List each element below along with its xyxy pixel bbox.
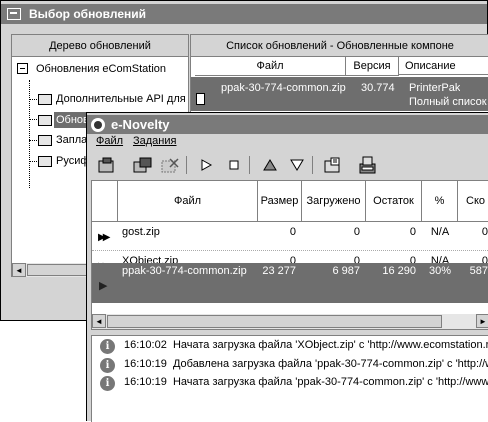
move-up-icon[interactable] xyxy=(259,155,281,175)
column-size[interactable]: Размер xyxy=(258,181,302,221)
e-novelty-window: e-Novelty Файл Задания Файл Размер Загру… xyxy=(86,112,488,422)
remove-icon[interactable] xyxy=(159,155,181,175)
scroll-right-button[interactable]: ► xyxy=(476,314,488,328)
file-icon xyxy=(196,93,205,105)
play-icon[interactable] xyxy=(195,155,217,175)
column-description[interactable]: Описание xyxy=(399,57,488,75)
toolbar-separator xyxy=(312,156,313,174)
e-novelty-titlebar[interactable]: e-Novelty xyxy=(87,115,488,134)
downloads-table: Файл Размер Загружено Остаток % Ско ▶▶ g… xyxy=(91,180,488,330)
add-download-icon[interactable] xyxy=(96,155,118,175)
folder-icon xyxy=(38,156,52,167)
tree-item-api[interactable]: Дополнительные API для ра xyxy=(56,91,188,107)
folder-icon xyxy=(38,94,52,105)
column-file[interactable]: Файл xyxy=(195,57,346,76)
column-status[interactable] xyxy=(92,181,118,221)
toolbar-separator xyxy=(249,156,250,174)
settings-icon[interactable] xyxy=(357,155,379,175)
toolbar xyxy=(87,153,488,177)
log-entry: i 16:10:19 Начата загрузка файла 'ppak-3… xyxy=(92,374,488,392)
scroll-left-button[interactable]: ◄ xyxy=(92,314,106,328)
queued-icon: ▶▶ xyxy=(98,232,111,243)
log-panel: i 16:10:02 Начата загрузка файла 'XObjec… xyxy=(91,335,488,422)
tree-root-label[interactable]: Обновления eComStation xyxy=(36,61,166,77)
scroll-left-button[interactable]: ◄ xyxy=(12,263,26,277)
table-row-selected[interactable]: ▶ ppak-30-774-common.zip 23 277 6 987 16… xyxy=(92,263,488,303)
update-tree-header: Дерево обновлений xyxy=(12,35,188,57)
update-selection-title: Выбор обновлений xyxy=(29,7,146,21)
column-loaded[interactable]: Загружено xyxy=(302,181,366,221)
column-remaining[interactable]: Остаток xyxy=(366,181,422,221)
menu-tasks[interactable]: Задания xyxy=(133,135,176,147)
update-list-header: Список обновлений - Обновленные компоне xyxy=(191,35,488,57)
toolbar-separator xyxy=(186,156,187,174)
tree-collapse-toggle[interactable] xyxy=(17,63,28,74)
log-entry: i 16:10:02 Начата загрузка файла 'XObjec… xyxy=(92,336,488,356)
column-file[interactable]: Файл xyxy=(118,181,258,221)
column-percent[interactable]: % xyxy=(422,181,458,221)
column-speed[interactable]: Ско xyxy=(458,181,488,221)
update-list-selected-row[interactable]: ppak-30-774-common.zip 30.774 PrinterPak… xyxy=(191,77,488,111)
info-icon: i xyxy=(100,339,115,354)
tree-lines xyxy=(29,80,31,188)
info-icon: i xyxy=(100,376,115,391)
scroll-thumb[interactable] xyxy=(107,315,442,328)
folder-icon xyxy=(38,115,52,126)
menu-file[interactable]: Файл xyxy=(96,135,123,147)
column-version[interactable]: Версия xyxy=(346,57,399,76)
downloading-icon: ▶ xyxy=(99,280,108,292)
table-horizontal-scrollbar[interactable]: ◄ ► xyxy=(92,314,488,329)
stop-icon[interactable] xyxy=(223,155,245,175)
app-icon[interactable] xyxy=(91,117,105,132)
move-down-icon[interactable] xyxy=(286,155,308,175)
open-folder-icon[interactable] xyxy=(323,155,345,175)
log-entry: i 16:10:19 Добавлена загрузка файла 'ppa… xyxy=(92,356,488,374)
e-novelty-title: e-Novelty xyxy=(111,117,170,132)
update-selection-titlebar[interactable]: Выбор обновлений xyxy=(1,4,487,24)
add-multiple-icon[interactable] xyxy=(132,155,154,175)
table-row[interactable]: ▶▶ gost.zip 0 0 0 N/A 0 xyxy=(92,222,488,251)
window-menu-icon[interactable] xyxy=(7,8,21,20)
info-icon: i xyxy=(100,358,115,373)
folder-icon xyxy=(38,135,52,146)
menu-bar: Файл Задания xyxy=(87,134,488,150)
